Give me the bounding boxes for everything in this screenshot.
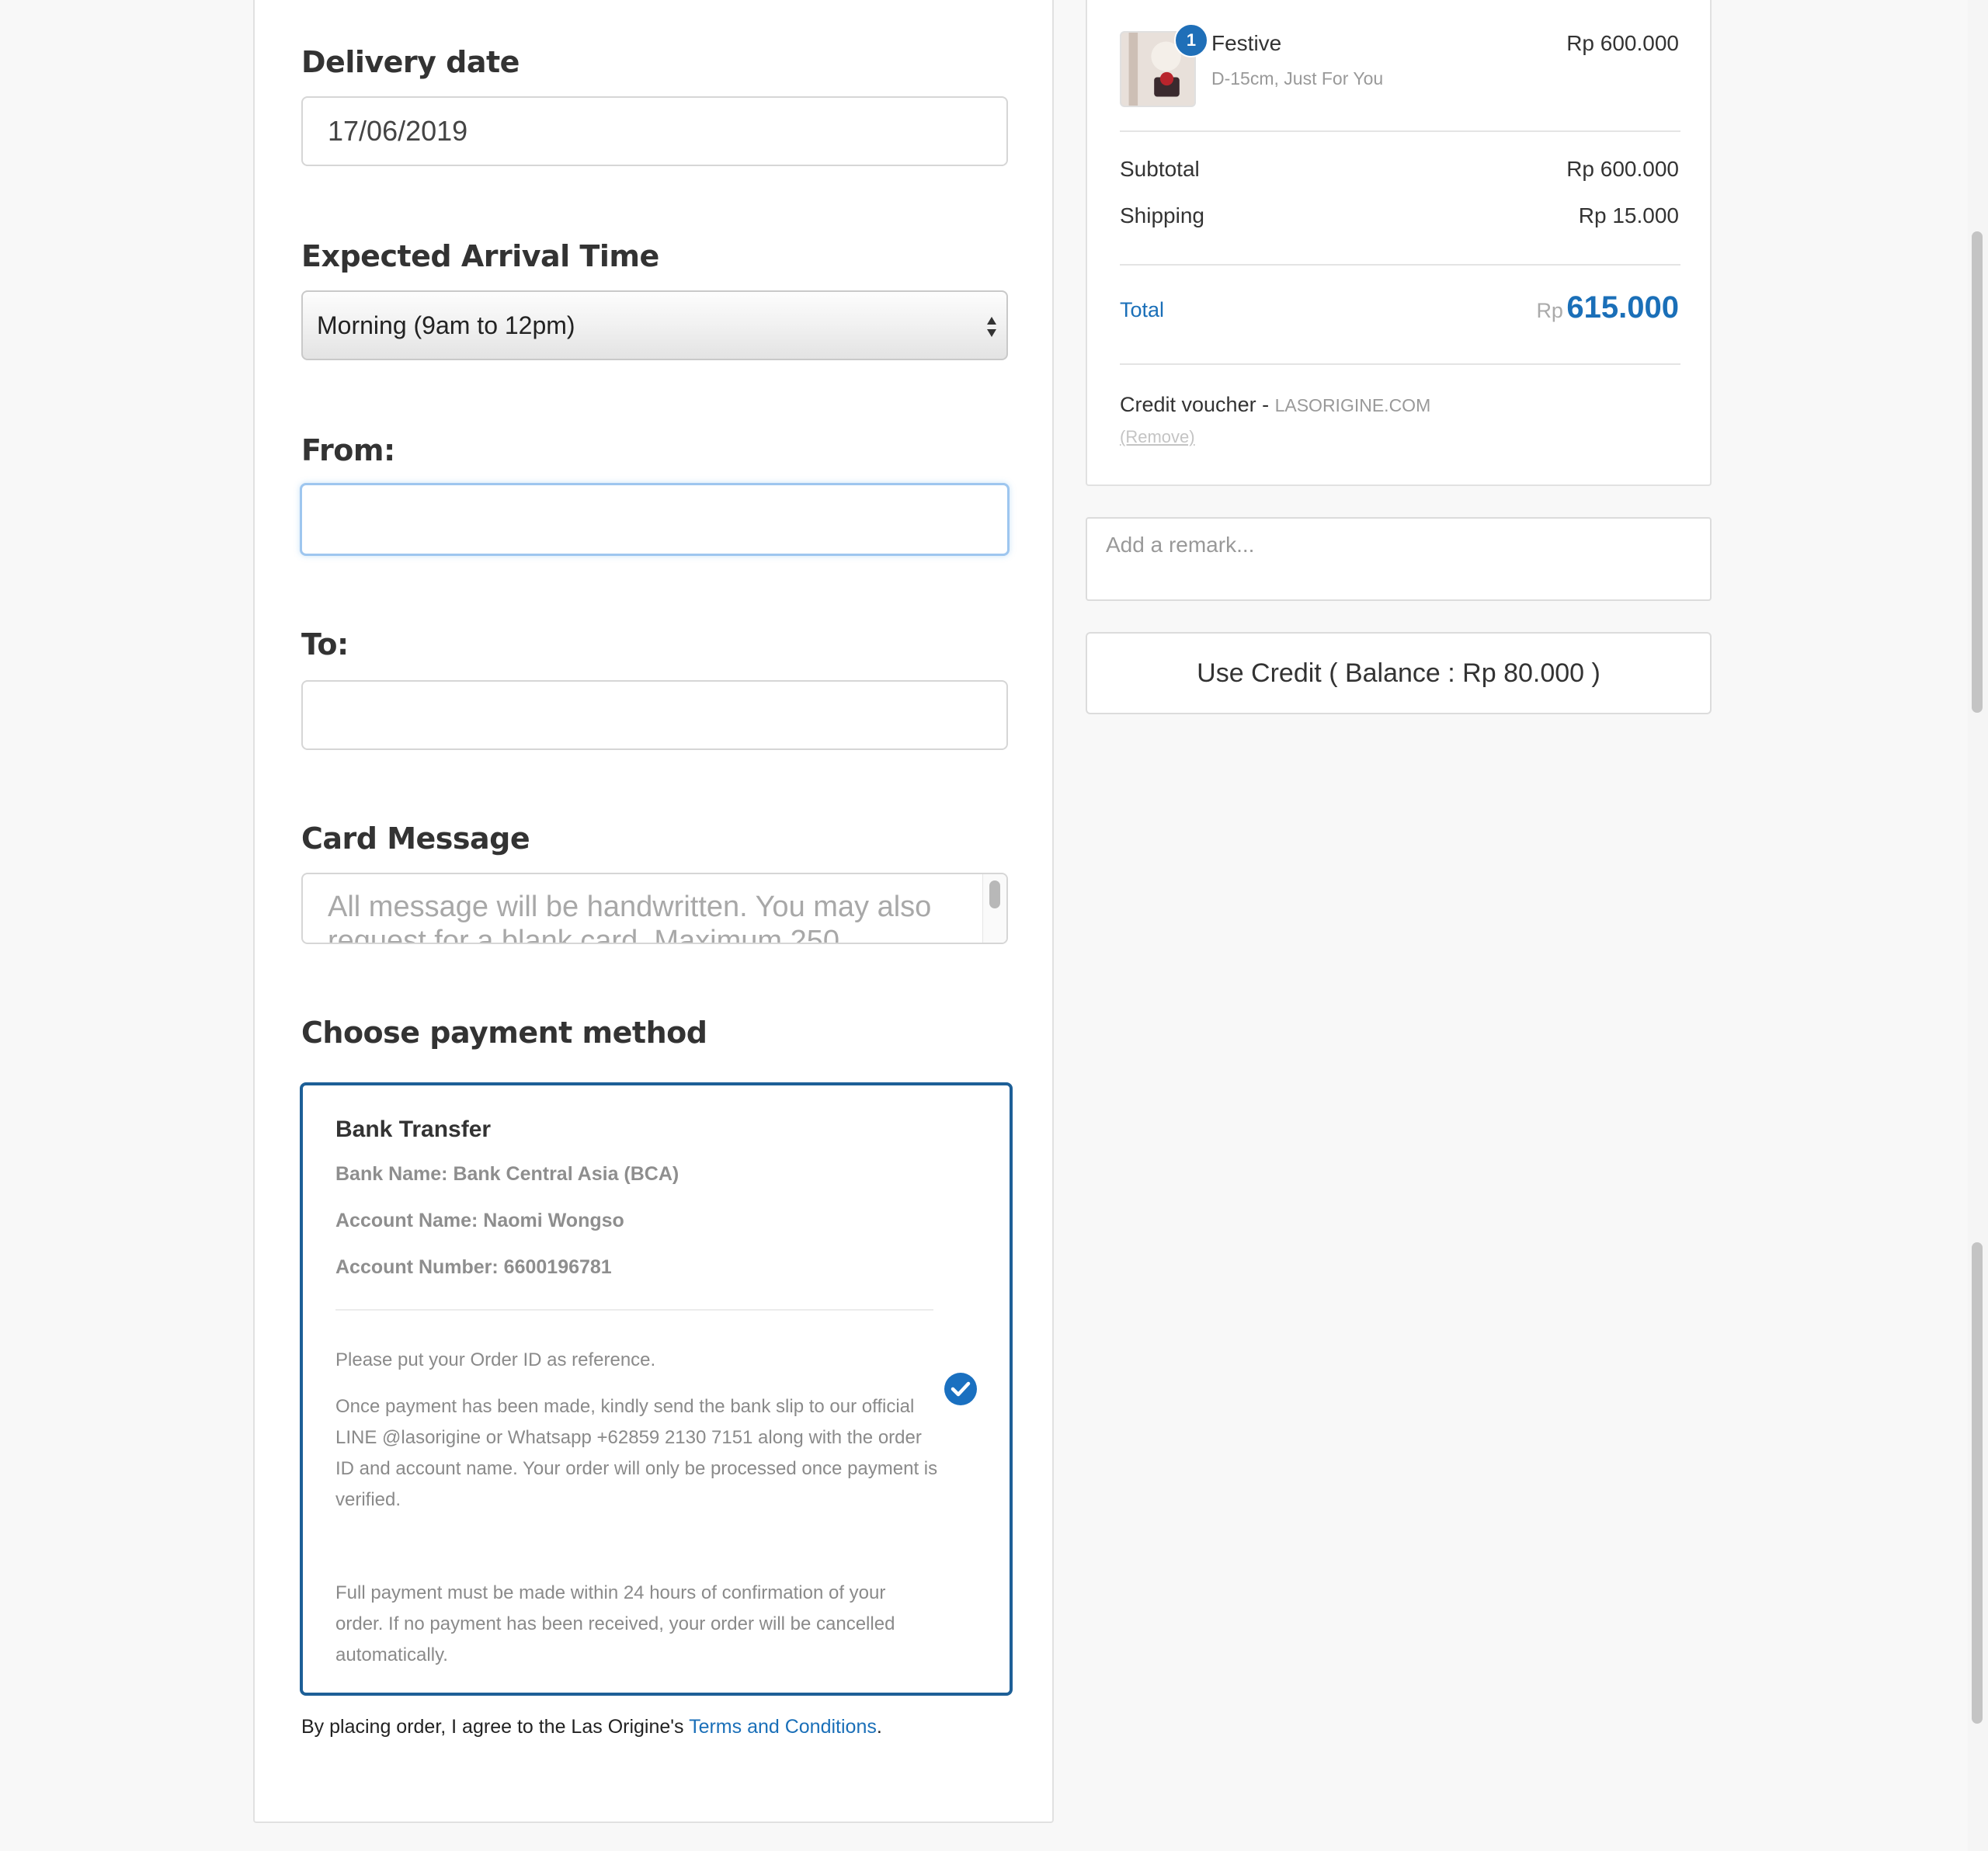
reference-note: Please put your Order ID as reference.: [335, 1349, 656, 1370]
selected-check-icon: [944, 1373, 977, 1405]
arrival-time-selected: Morning (9am to 12pm): [317, 311, 575, 339]
product-variant: D-15cm, Just For You: [1211, 68, 1384, 89]
product-name: Festive: [1211, 31, 1282, 55]
from-label: From:: [301, 433, 395, 467]
textarea-scrollbar[interactable]: [982, 874, 1006, 943]
checkout-form-panel: Delivery date Expected Arrival Time Morn…: [253, 0, 1054, 1823]
remove-voucher-link[interactable]: (Remove): [1120, 427, 1195, 447]
summary-divider: [1120, 363, 1680, 365]
payment-option-bank-transfer[interactable]: Bank Transfer Bank Name: Bank Central As…: [300, 1082, 1013, 1696]
payment-section-title: Choose payment method: [301, 1016, 707, 1050]
subtotal-label: Subtotal: [1120, 157, 1200, 181]
shipping-label: Shipping: [1120, 203, 1204, 227]
textarea-scroll-thumb[interactable]: [989, 880, 1000, 908]
to-input[interactable]: [301, 680, 1008, 750]
payment-method-title: Bank Transfer: [335, 1117, 492, 1142]
account-number: Account Number: 6600196781: [335, 1256, 612, 1278]
total-label: Total: [1120, 298, 1165, 321]
quantity-badge: 1: [1174, 23, 1208, 57]
subtotal-value: Rp 600.000: [1566, 157, 1679, 181]
terms-suffix: .: [876, 1716, 882, 1738]
terms-link[interactable]: Terms and Conditions: [689, 1716, 877, 1738]
card-message-textarea[interactable]: All message will be handwritten. You may…: [301, 873, 1008, 944]
select-updown-icon: [987, 317, 996, 337]
card-message-placeholder: All message will be handwritten. You may…: [328, 891, 932, 944]
card-message-label: Card Message: [301, 821, 530, 856]
payment-divider: [335, 1309, 933, 1311]
remark-placeholder: Add a remark...: [1106, 533, 1255, 557]
total-value: 615.000: [1566, 290, 1679, 325]
voucher-label: Credit voucher -: [1120, 393, 1275, 416]
terms-agreement: By placing order, I agree to the Las Ori…: [301, 1716, 882, 1738]
slip-note: Once payment has been made, kindly send …: [335, 1396, 938, 1510]
page-scroll-thumb[interactable]: [1972, 231, 1983, 713]
order-summary: 1 Festive D-15cm, Just For You Rp 600.00…: [1086, 0, 1712, 486]
remark-input[interactable]: Add a remark...: [1086, 517, 1712, 601]
summary-divider: [1120, 264, 1680, 266]
voucher-line: Credit voucher - LASORIGINE.COM: [1120, 393, 1430, 417]
arrival-time-select[interactable]: Morning (9am to 12pm): [301, 290, 1008, 360]
to-label: To:: [301, 627, 349, 662]
arrival-time-label: Expected Arrival Time: [301, 239, 659, 273]
delivery-date-input[interactable]: [301, 96, 1008, 166]
summary-divider: [1120, 130, 1680, 132]
total-amount: Rp 615.000: [1536, 290, 1679, 325]
delivery-date-label: Delivery date: [301, 45, 520, 79]
total-currency: Rp: [1536, 299, 1563, 322]
bank-name: Bank Name: Bank Central Asia (BCA): [335, 1163, 679, 1185]
use-credit-button[interactable]: Use Credit ( Balance : Rp 80.000 ): [1086, 632, 1712, 714]
from-input[interactable]: [300, 483, 1010, 556]
voucher-code: LASORIGINE.COM: [1274, 395, 1431, 415]
terms-prefix: By placing order, I agree to the Las Ori…: [301, 1716, 690, 1738]
deadline-note: Full payment must be made within 24 hour…: [335, 1582, 895, 1665]
product-price: Rp 600.000: [1566, 31, 1679, 55]
page-scroll-thumb-secondary[interactable]: [1972, 1242, 1983, 1724]
shipping-value: Rp 15.000: [1578, 203, 1679, 227]
account-name: Account Name: Naomi Wongso: [335, 1210, 624, 1231]
